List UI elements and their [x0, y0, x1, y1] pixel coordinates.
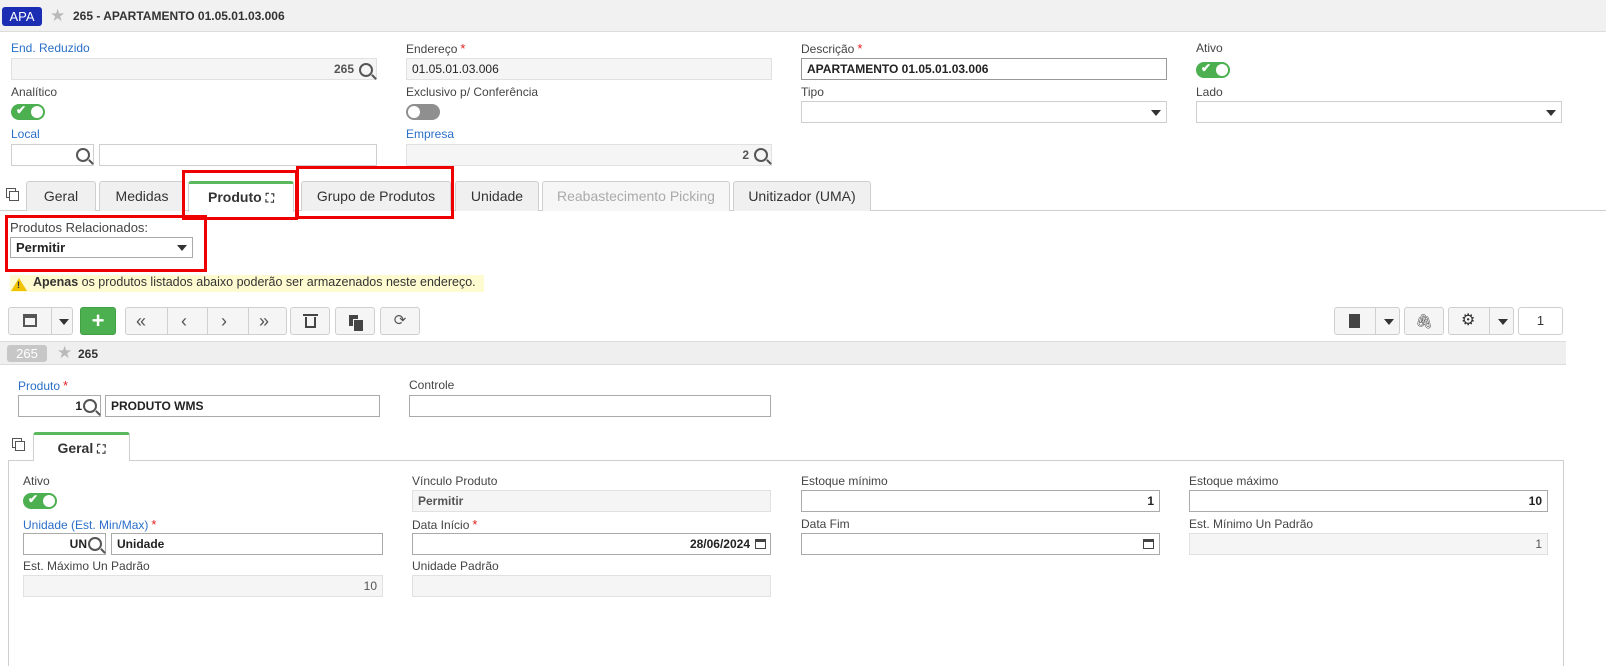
last-page-icon[interactable]: »	[259, 308, 269, 334]
highlight-box-grupo	[296, 166, 454, 219]
refresh-button[interactable]: ⟳	[380, 307, 420, 335]
search-icon[interactable]	[88, 537, 102, 551]
copy-icon-front	[9, 191, 19, 201]
est-max-padrao-label: Est. Máximo Un Padrão	[23, 559, 150, 573]
end-reduzido-label: End. Reduzido	[11, 41, 90, 55]
estoque-maximo-label: Estoque máximo	[1189, 474, 1279, 488]
search-icon[interactable]	[754, 148, 768, 162]
search-icon[interactable]	[76, 148, 90, 162]
chevron-down-icon	[1384, 319, 1394, 325]
favorite-star-icon[interactable]: ★	[57, 344, 72, 361]
chevron-down-icon	[1498, 319, 1508, 325]
refresh-icon: ⟳	[393, 312, 407, 329]
record-bar-title: 265	[78, 347, 99, 361]
paperclip-icon: 🖇	[1415, 313, 1433, 329]
tab-unitizador-uma[interactable]: Unitizador (UMA)	[733, 181, 871, 211]
descricao-field[interactable]: APARTAMENTO 01.05.01.03.006	[801, 58, 1167, 80]
search-icon[interactable]	[83, 399, 97, 413]
grid-view-button[interactable]	[8, 307, 73, 335]
unidade-desc-field[interactable]: Unidade	[111, 533, 383, 555]
grid-icon	[23, 314, 37, 327]
unidade-label: Unidade (Est. Min/Max) *	[23, 517, 157, 532]
calendar-icon[interactable]	[755, 539, 766, 549]
controle-field[interactable]	[409, 395, 771, 417]
tipo-label: Tipo	[801, 85, 824, 99]
record-title: 265 - APARTAMENTO 01.05.01.03.006	[73, 9, 285, 23]
copy-record-button[interactable]	[335, 307, 375, 335]
detail-ativo-toggle[interactable]: ✔	[23, 492, 57, 509]
previous-page-icon[interactable]: ‹	[181, 308, 187, 334]
end-reduzido-field[interactable]: 265	[11, 58, 377, 80]
lado-label: Lado	[1196, 85, 1223, 99]
endereco-field[interactable]: 01.05.01.03.006	[406, 58, 772, 80]
lado-select[interactable]	[1196, 101, 1562, 123]
export-button[interactable]	[1334, 307, 1400, 335]
search-icon[interactable]	[359, 63, 373, 77]
est-max-padrao-field[interactable]: 10	[23, 575, 383, 597]
analitico-label: Analítico	[11, 85, 58, 99]
estoque-minimo-label: Estoque mínimo	[801, 474, 888, 488]
highlight-box-relacionados	[5, 215, 207, 272]
attach-button[interactable]: 🖇	[1404, 307, 1444, 335]
chevron-down-icon	[1151, 110, 1161, 116]
data-inicio-field[interactable]: 28/06/2024	[412, 533, 771, 555]
data-fim-label: Data Fim	[801, 517, 850, 531]
est-min-padrao-field[interactable]: 1	[1189, 533, 1548, 555]
warning-bar: ! Apenas os produtos listados abaixo pod…	[10, 275, 484, 292]
ativo-toggle[interactable]: ✔	[1196, 61, 1230, 78]
highlight-box-produto	[182, 170, 298, 220]
ativo-label: Ativo	[1196, 41, 1223, 55]
page-number-field[interactable]: 1	[1518, 307, 1563, 335]
exclusivo-label: Exclusivo p/ Conferência	[406, 85, 539, 99]
chevron-down-icon	[1546, 110, 1556, 116]
record-bar	[0, 341, 1566, 365]
local-label: Local	[11, 127, 40, 141]
est-min-padrao-label: Est. Mínimo Un Padrão	[1189, 517, 1314, 531]
empresa-field[interactable]: 2	[406, 144, 772, 166]
tab-medidas[interactable]: Medidas	[99, 181, 185, 211]
data-inicio-label: Data Início *	[412, 517, 478, 532]
first-page-icon[interactable]: «	[136, 308, 146, 334]
warning-text: Apenas os produtos listados abaixo poder…	[33, 275, 476, 289]
tipo-select[interactable]	[801, 101, 1167, 123]
exclusivo-toggle[interactable]	[406, 104, 440, 120]
expand-icon[interactable]: ⛶	[97, 442, 105, 456]
vinculo-label: Vínculo Produto	[412, 474, 498, 488]
descricao-label: Descrição *	[801, 41, 863, 56]
add-button[interactable]: +	[80, 307, 116, 335]
pagination-group: « ‹ › »	[125, 307, 287, 335]
vinculo-field[interactable]: Permitir	[412, 490, 771, 512]
delete-button[interactable]	[290, 307, 330, 335]
produto-label: Produto *	[18, 378, 69, 393]
calendar-icon[interactable]	[1143, 539, 1154, 549]
empresa-label: Empresa	[406, 127, 455, 141]
tab-detail-geral[interactable]: Geral ⛶	[33, 432, 130, 461]
produto-desc-field[interactable]: PRODUTO WMS	[105, 395, 380, 417]
favorite-star-icon[interactable]: ★	[50, 7, 65, 24]
chevron-down-icon	[59, 319, 69, 325]
data-fim-field[interactable]	[801, 533, 1160, 555]
gear-icon: ⚙	[1461, 312, 1476, 329]
estoque-maximo-field[interactable]: 10	[1189, 490, 1548, 512]
copy-icon-front	[15, 441, 25, 451]
trash-icon	[305, 317, 316, 328]
endereco-label: Endereço *	[406, 41, 466, 56]
tab-unidade[interactable]: Unidade	[455, 181, 539, 211]
document-icon	[1349, 314, 1360, 328]
unidade-padrao-field[interactable]	[412, 575, 771, 597]
estoque-minimo-field[interactable]: 1	[801, 490, 1160, 512]
tab-geral[interactable]: Geral	[26, 181, 96, 211]
tab-reabastecimento-picking: Reabastecimento Picking	[542, 181, 730, 211]
unidade-padrao-label: Unidade Padrão	[412, 559, 499, 573]
entity-badge: APA	[2, 7, 42, 26]
analitico-toggle[interactable]: ✔	[11, 103, 45, 120]
settings-button[interactable]: ⚙	[1448, 307, 1514, 335]
record-badge: 265	[7, 345, 47, 362]
next-page-icon[interactable]: ›	[221, 308, 227, 334]
local-desc-field[interactable]	[99, 144, 377, 166]
controle-label: Controle	[409, 378, 455, 392]
detail-ativo-label: Ativo	[23, 474, 50, 488]
